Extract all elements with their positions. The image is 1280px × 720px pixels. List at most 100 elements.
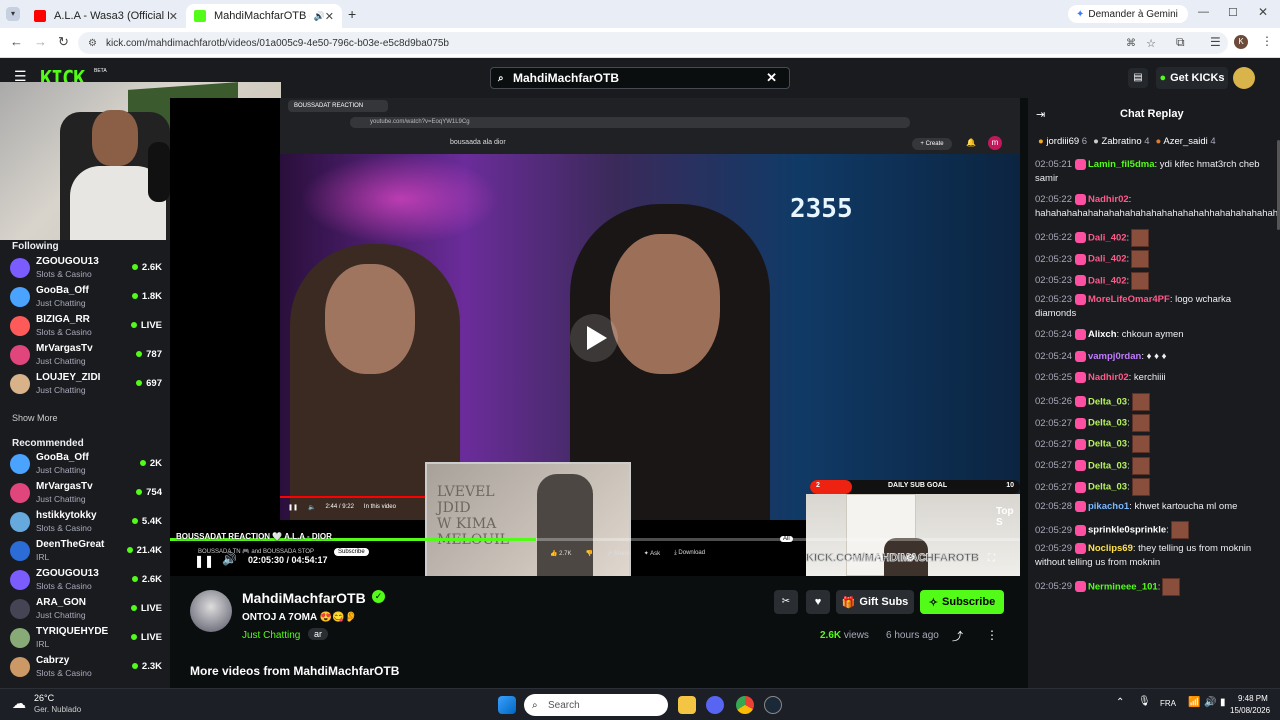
channel-item[interactable]: GooBa_Off Just Chatting 2K [10,450,162,478]
channel-item[interactable]: MrVargasTv Just Chatting 754 [10,479,162,507]
tab-youtube[interactable]: A.L.A - Wasa3 (Official Music Vi ✕ [26,4,186,28]
library-icon[interactable]: ▤ [1128,68,1148,88]
channel-item[interactable]: ZGOUGOU13 Slots & Casino 2.6K [10,566,162,594]
message-username[interactable]: Dali_402 [1088,232,1127,243]
channel-item[interactable]: ZGOUGOU13 Slots & Casino 2.6K [10,254,162,282]
message-username[interactable]: pikacho1 [1088,501,1129,512]
channel-avatar [10,374,30,394]
show-more-link[interactable]: Show More [12,413,58,423]
maximize-button[interactable]: ☐ [1228,6,1238,19]
back-icon[interactable]: ← [10,34,23,49]
speaker-icon[interactable]: 🔊 [1204,697,1216,708]
theater-icon[interactable]: ▭ [846,553,855,564]
follow-heart-button[interactable]: ♥ [806,590,830,614]
chrome-icon[interactable] [736,696,754,714]
more-options-icon[interactable]: ⋮ [986,628,998,642]
gifter-1[interactable]: ● jordiii69 6 [1038,136,1087,147]
extensions-icon[interactable]: ⧉ [1176,35,1185,50]
clear-search-icon[interactable]: ✕ [766,70,777,86]
clip-button[interactable]: ✂ [774,590,798,614]
message-username[interactable]: Dali_402 [1088,275,1127,286]
fullscreen-icon[interactable]: ⛶ [988,553,995,564]
message-username[interactable]: Nadhir02 [1088,194,1129,205]
weather-icon[interactable]: ☁ [12,695,26,712]
message-username[interactable]: Delta_03 [1088,482,1127,493]
channel-item[interactable]: LOUJEY_ZIDI Just Chatting 697 [10,370,162,398]
user-avatar[interactable] [1233,67,1255,89]
file-explorer-icon[interactable] [678,696,696,714]
message-username[interactable]: Delta_03 [1088,439,1127,450]
message-username[interactable]: vampj0rdan [1088,351,1141,362]
overlay-download-label: Download [678,550,706,556]
tab-list-button[interactable]: ▾ [6,7,20,21]
clock-time[interactable]: 9:48 PM [1238,694,1268,703]
channel-item[interactable]: GooBa_Off Just Chatting 1.8K [10,283,162,311]
message-username[interactable]: Alixch [1088,329,1117,340]
sub-goal-label: DAILY SUB GOAL [888,482,948,489]
stream-category[interactable]: Just Chatting [242,630,300,641]
message-username[interactable]: Delta_03 [1088,418,1127,429]
clock-date[interactable]: 15/08/2026 [1230,706,1270,715]
channel-item[interactable]: BIZIGA_RR Slots & Casino LIVE [10,312,162,340]
audio-icon[interactable]: 🔊 [314,11,325,22]
channel-item[interactable]: ARA_GON Just Chatting LIVE [10,595,162,623]
streamer-avatar[interactable] [190,590,232,632]
search-input[interactable]: ⌕ MahdiMachfarOTB ✕ [490,67,790,89]
site-info-icon[interactable]: ⚙ [88,38,97,49]
channel-item[interactable]: MrVargasTv Just Chatting 787 [10,341,162,369]
language-tag[interactable]: ar [308,628,329,640]
forward-icon[interactable]: → [34,34,47,49]
message-username[interactable]: Delta_03 [1088,396,1127,407]
gift-subs-button[interactable]: 🎁 Gift Subs [836,590,914,614]
message-username[interactable]: Nadhir02 [1088,372,1129,383]
get-kicks-button[interactable]: ● Get KICKs [1156,67,1228,89]
minimize-button[interactable]: — [1198,6,1209,18]
close-tab-icon[interactable]: ✕ [325,10,334,23]
share-icon[interactable]: ⤴ [952,628,963,644]
taskbar-search[interactable]: ⌕ Search [524,694,668,716]
wifi-icon[interactable]: 📶 [1188,697,1200,708]
start-icon[interactable] [498,696,516,714]
message-username[interactable]: MoreLifeOmar4PF [1088,294,1170,305]
close-window-button[interactable]: ✕ [1258,5,1268,19]
gemini-button[interactable]: ✦ Demander à Gemini [1068,5,1188,23]
browser-menu-icon[interactable]: ⋮ [1261,34,1273,48]
channel-item[interactable]: TYRIQUEHYDE IRL LIVE [10,624,162,652]
subscribe-button[interactable]: ✧ Subscribe [920,590,1004,614]
message-username[interactable]: Lamin_fil5dma [1088,159,1155,170]
battery-icon[interactable]: ▮ [1220,697,1226,708]
language-indicator[interactable]: FRA [1160,699,1176,708]
close-tab-icon[interactable]: ✕ [169,10,178,23]
message-username[interactable]: Nermineee_101 [1088,581,1158,592]
collapse-chat-icon[interactable]: ⇥ [1036,108,1045,121]
url-field[interactable]: ⚙ kick.com/mahdimachfarotb/videos/01a005… [78,32,1228,54]
channel-item[interactable]: DeenTheGreat IRL 21.4K [10,537,162,565]
channel-item[interactable]: hstikkytokky Slots & Casino 5.4K [10,508,162,536]
channel-item[interactable]: Cabrzy Slots & Casino 2.3K [10,653,162,681]
profile-avatar[interactable]: K [1234,35,1248,49]
message-username[interactable]: Delta_03 [1088,460,1127,471]
tray-chevron-icon[interactable]: ⌃ [1116,697,1124,708]
tab-kick[interactable]: MahdiMachfarOTB - Watch 🔊 ✕ [186,4,342,28]
new-tab-button[interactable]: + [348,6,356,22]
streamer-name[interactable]: MahdiMachfarOTB [242,590,366,606]
stream-title: ONTOJ A 7OMA 😍😋👂 [242,612,357,623]
gifter-3[interactable]: ● Azer_saidi 4 [1156,136,1216,147]
message-username[interactable]: Noclips69 [1088,543,1133,554]
bookmark-star-icon[interactable]: ☆ [1146,37,1156,50]
message-username[interactable]: Dali_402 [1088,254,1127,265]
mic-icon[interactable]: 🎙 [1138,696,1151,707]
translate-icon[interactable]: ⌘ [1126,38,1136,49]
pause-icon[interactable]: ❚❚ [194,554,214,568]
discord-icon[interactable] [706,696,724,714]
settings-icon[interactable]: ⚙ [906,553,915,564]
video-player[interactable]: BOUSSADAT REACTION youtube.com/watch?v=E… [170,98,1020,576]
gifter-2[interactable]: ● Zabratino 4 [1093,136,1149,147]
reading-list-icon[interactable]: ☰ [1210,35,1221,49]
pip-icon[interactable]: ⧉ [876,553,883,564]
message-username[interactable]: sprinkle0sprinkle [1088,525,1166,536]
play-button-icon[interactable] [570,314,618,362]
message-time: 02:05:28 [1035,500,1072,512]
steam-icon[interactable] [764,696,782,714]
reload-icon[interactable]: ↻ [58,34,69,50]
